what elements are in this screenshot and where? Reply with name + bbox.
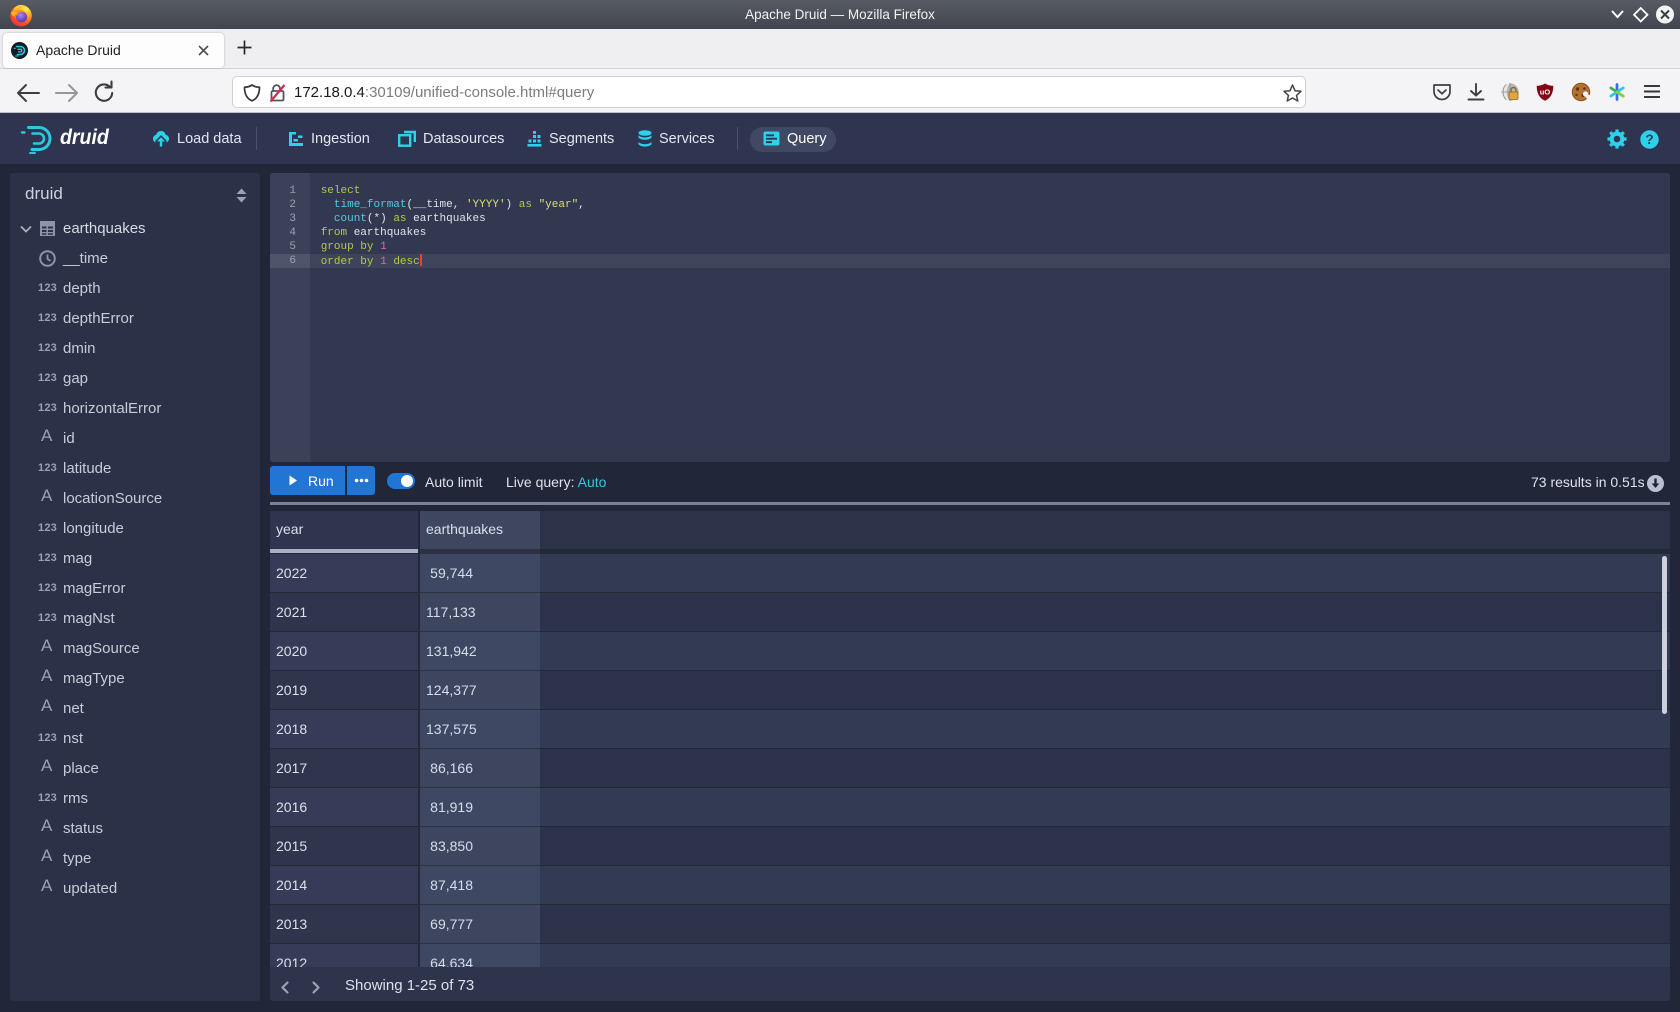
svg-text:uO: uO <box>1540 88 1551 97</box>
svg-text:?: ? <box>1645 132 1653 147</box>
